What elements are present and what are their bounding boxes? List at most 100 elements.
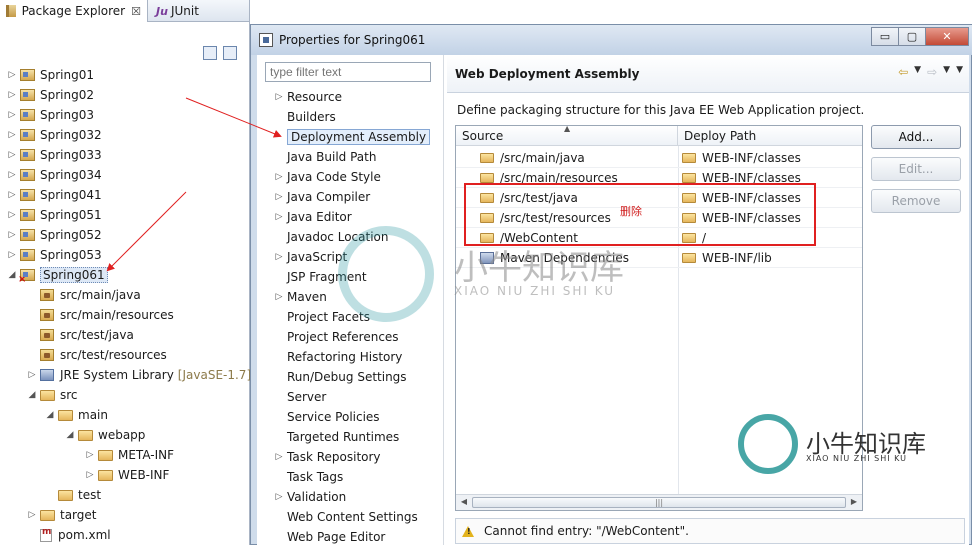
expand-toggle-icon[interactable]: ▷ xyxy=(6,210,18,220)
forward-arrow-icon[interactable]: ⇨ xyxy=(927,65,937,79)
expand-toggle-icon[interactable]: ▷ xyxy=(273,252,285,262)
expand-toggle-icon[interactable]: ▷ xyxy=(273,492,285,502)
tree-item[interactable]: src/test/resources xyxy=(26,345,167,365)
link-with-editor-icon[interactable] xyxy=(223,46,237,60)
sash[interactable] xyxy=(443,55,444,545)
nav-item[interactable]: Project Facets xyxy=(273,307,370,327)
view-menu-icon[interactable]: ▼ xyxy=(956,65,963,79)
tree-item[interactable]: src/main/resources xyxy=(26,305,174,325)
expand-toggle-icon[interactable]: ▷ xyxy=(273,452,285,462)
horizontal-scrollbar[interactable]: ◀ ||| ▶ xyxy=(456,494,862,510)
expand-toggle-icon[interactable]: ◢ xyxy=(64,430,76,440)
expand-toggle-icon[interactable]: ▷ xyxy=(6,90,18,100)
nav-item[interactable]: Web Page Editor xyxy=(273,527,385,545)
tree-item[interactable]: ▷ Spring052 xyxy=(6,225,102,245)
minimize-button[interactable]: ▭ xyxy=(871,27,899,46)
remove-button[interactable]: Remove xyxy=(871,189,961,213)
tree-item[interactable]: test xyxy=(44,485,101,505)
tree-item[interactable]: ▷ WEB-INF xyxy=(84,465,170,485)
nav-item[interactable]: Project References xyxy=(273,327,399,347)
scroll-left-icon[interactable]: ◀ xyxy=(458,497,470,509)
tree-item[interactable]: ▷ Spring033 xyxy=(6,145,102,165)
expand-toggle-icon[interactable]: ▷ xyxy=(6,230,18,240)
nav-item[interactable]: Targeted Runtimes xyxy=(273,427,399,447)
nav-item[interactable]: Run/Debug Settings xyxy=(273,367,407,387)
tree-item[interactable]: ◢ main xyxy=(44,405,108,425)
nav-item[interactable]: Deployment Assembly xyxy=(273,127,431,147)
nav-item[interactable]: ▷ Task Repository xyxy=(273,447,381,467)
tree-item[interactable]: ▷ Spring01 xyxy=(6,65,94,85)
expand-toggle-icon[interactable]: ▷ xyxy=(6,110,18,120)
nav-item[interactable]: Java Build Path xyxy=(273,147,376,167)
column-header-deploy-path[interactable]: Deploy Path xyxy=(678,126,862,146)
tree-item[interactable]: ▷ Spring02 xyxy=(6,85,94,105)
tree-item[interactable]: ▷ Spring051 xyxy=(6,205,102,225)
forward-menu-icon[interactable]: ▼ xyxy=(943,65,950,79)
scroll-right-icon[interactable]: ▶ xyxy=(848,497,860,509)
nav-item[interactable]: ▷ Java Editor xyxy=(273,207,352,227)
tree-item[interactable]: ▷ target xyxy=(26,505,97,525)
nav-item[interactable]: JSP Fragment xyxy=(273,267,367,287)
tree-item[interactable]: ▷ Spring053 xyxy=(6,245,102,265)
collapse-all-icon[interactable] xyxy=(203,46,217,60)
nav-item[interactable]: Server xyxy=(273,387,326,407)
tree-item[interactable]: ◢ Spring061 xyxy=(6,265,108,285)
nav-item[interactable]: ▷ Validation xyxy=(273,487,347,507)
tree-item[interactable]: ▷ Spring032 xyxy=(6,125,102,145)
nav-item[interactable]: ▷ Java Compiler xyxy=(273,187,371,207)
back-menu-icon[interactable]: ▼ xyxy=(914,65,921,79)
expand-toggle-icon[interactable]: ▷ xyxy=(84,450,96,460)
expand-toggle-icon[interactable]: ▷ xyxy=(6,250,18,260)
edit-button[interactable]: Edit... xyxy=(871,157,961,181)
expand-toggle-icon[interactable]: ▷ xyxy=(6,190,18,200)
expand-toggle-icon[interactable]: ▷ xyxy=(273,292,285,302)
expand-toggle-icon[interactable]: ▷ xyxy=(273,192,285,202)
expand-toggle-icon[interactable]: ▷ xyxy=(26,370,38,380)
expand-toggle-icon[interactable]: ▷ xyxy=(273,92,285,102)
nav-item[interactable]: Refactoring History xyxy=(273,347,402,367)
tree-item[interactable]: ▷ META-INF xyxy=(84,445,175,465)
expand-toggle-icon[interactable]: ◢ xyxy=(6,270,18,280)
close-tab-icon[interactable]: ☒ xyxy=(131,5,141,18)
nav-item[interactable]: Web Content Settings xyxy=(273,507,418,527)
nav-item[interactable]: Builders xyxy=(273,107,336,127)
tree-item[interactable]: ◢ src xyxy=(26,385,78,405)
maximize-button[interactable]: ▢ xyxy=(898,27,926,46)
column-header-source[interactable]: Source ▲ xyxy=(456,126,678,146)
nav-item[interactable]: ▷ Maven xyxy=(273,287,327,307)
nav-item[interactable]: Service Policies xyxy=(273,407,380,427)
expand-toggle-icon[interactable]: ◢ xyxy=(26,390,38,400)
tree-item[interactable]: src/test/java xyxy=(26,325,134,345)
table-row[interactable]: Maven Dependencies WEB-INF/lib xyxy=(456,248,862,268)
tree-item[interactable]: ◢ webapp xyxy=(64,425,146,445)
expand-toggle-icon[interactable]: ▷ xyxy=(6,170,18,180)
tree-item[interactable]: ▷ JRE System Library [JavaSE-1.7] xyxy=(26,365,252,385)
expand-toggle-icon[interactable]: ▷ xyxy=(6,70,18,80)
scroll-thumb[interactable]: ||| xyxy=(472,497,846,508)
expand-toggle-icon[interactable]: ▷ xyxy=(6,150,18,160)
back-arrow-icon[interactable]: ⇦ xyxy=(898,65,908,79)
tree-item[interactable]: ▷ Spring034 xyxy=(6,165,102,185)
nav-item[interactable]: Task Tags xyxy=(273,467,343,487)
nav-item[interactable]: ▷ JavaScript xyxy=(273,247,348,267)
expand-toggle-icon[interactable]: ▷ xyxy=(273,172,285,182)
close-button[interactable]: ✕ xyxy=(925,27,969,46)
table-row[interactable]: /src/main/java WEB-INF/classes xyxy=(456,148,862,168)
tab-junit[interactable]: Ju JUnit xyxy=(150,0,205,22)
tree-item[interactable]: ▷ Spring03 xyxy=(6,105,94,125)
tree-item[interactable]: pom.xml xyxy=(26,525,111,545)
nav-item[interactable]: Javadoc Location xyxy=(273,227,388,247)
expand-toggle-icon[interactable]: ▷ xyxy=(6,130,18,140)
expand-toggle-icon[interactable]: ▷ xyxy=(26,510,38,520)
tree-item[interactable]: src/main/java xyxy=(26,285,141,305)
tab-package-explorer[interactable]: Package Explorer ☒ xyxy=(0,0,148,22)
expand-toggle-icon[interactable]: ▷ xyxy=(84,470,96,480)
nav-item[interactable]: ▷ Resource xyxy=(273,87,343,107)
expand-toggle-icon[interactable]: ▷ xyxy=(273,212,285,222)
filter-input[interactable] xyxy=(265,62,431,82)
nav-item[interactable]: ▷ Java Code Style xyxy=(273,167,381,187)
tree-item[interactable]: ▷ Spring041 xyxy=(6,185,102,205)
expand-toggle-icon[interactable]: ◢ xyxy=(44,410,56,420)
add-button[interactable]: Add... xyxy=(871,125,961,149)
dialog-title-bar[interactable]: Properties for Spring061 ▭ ▢ ✕ xyxy=(251,25,972,55)
